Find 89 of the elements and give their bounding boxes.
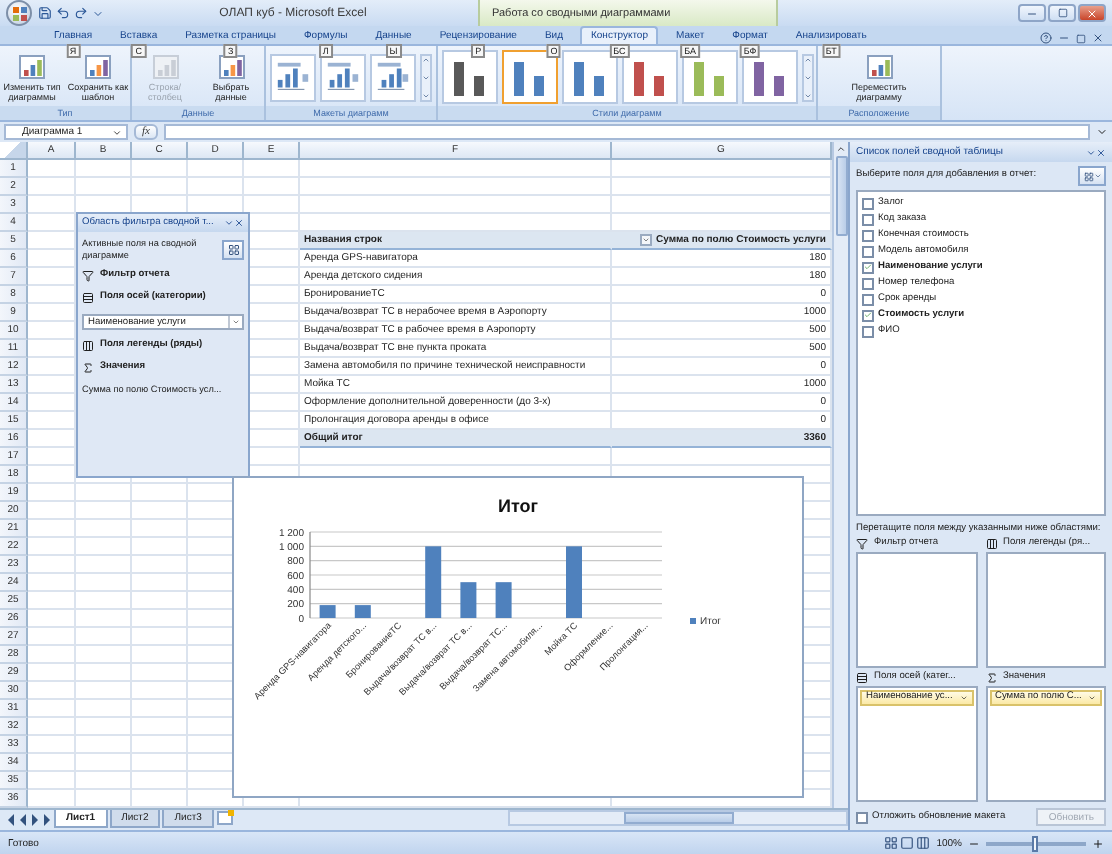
chart-bar bbox=[460, 582, 477, 618]
bar-chart-icon bbox=[151, 53, 179, 79]
checkbox[interactable] bbox=[862, 293, 874, 305]
minimize-icon[interactable] bbox=[1058, 32, 1070, 44]
grid-icon bbox=[1083, 171, 1093, 181]
close-icon[interactable] bbox=[1092, 32, 1104, 44]
maximize-icon bbox=[1057, 8, 1067, 18]
checkbox[interactable] bbox=[862, 213, 874, 225]
gallery-scrollbar[interactable] bbox=[420, 53, 432, 101]
checkbox[interactable] bbox=[856, 811, 868, 823]
chart-style-button[interactable] bbox=[441, 50, 497, 104]
expand-icon[interactable] bbox=[1096, 126, 1108, 138]
field-list-button[interactable] bbox=[222, 239, 244, 260]
checkbox[interactable] bbox=[862, 309, 874, 321]
sigma-icon bbox=[985, 671, 997, 684]
bar-chart-icon bbox=[84, 53, 112, 79]
axis-fields-icon bbox=[856, 671, 868, 684]
chart-layout-button[interactable] bbox=[270, 53, 316, 101]
checkbox[interactable] bbox=[862, 325, 874, 337]
chart-layout-icon bbox=[274, 59, 312, 95]
checkbox[interactable] bbox=[862, 197, 874, 209]
chart-bar bbox=[566, 546, 582, 618]
dropdown-icon[interactable] bbox=[224, 218, 234, 228]
chart-style-button[interactable] bbox=[621, 50, 677, 104]
move-chart-icon bbox=[865, 53, 893, 79]
chart-title: Итог bbox=[498, 496, 538, 516]
undo-icon[interactable] bbox=[56, 6, 70, 20]
normal-view-icon[interactable] bbox=[884, 836, 899, 850]
customize-menu-icon[interactable] bbox=[92, 7, 104, 19]
chart-layout-button[interactable] bbox=[320, 53, 366, 101]
chart-bar bbox=[425, 546, 442, 618]
checkbox[interactable] bbox=[862, 245, 874, 257]
minimize-icon bbox=[1026, 7, 1038, 19]
save-icon[interactable] bbox=[38, 6, 52, 20]
page-break-icon[interactable] bbox=[916, 836, 931, 850]
dropdown-icon bbox=[112, 127, 122, 137]
office-button[interactable] bbox=[6, 0, 32, 26]
close-icon bbox=[1086, 7, 1098, 19]
close-button[interactable] bbox=[1078, 4, 1106, 22]
dropdown-icon[interactable] bbox=[1086, 147, 1096, 157]
up-icon bbox=[836, 144, 846, 154]
filter-icon bbox=[82, 270, 94, 283]
slider-thumb[interactable] bbox=[1032, 835, 1038, 851]
check-icon bbox=[864, 310, 872, 320]
redo-icon[interactable] bbox=[74, 6, 88, 20]
sigma-icon bbox=[82, 362, 94, 375]
vertical-scrollbar[interactable] bbox=[832, 142, 848, 808]
legend-swatch-icon bbox=[690, 618, 696, 624]
gallery-scrollbar[interactable] bbox=[801, 53, 813, 101]
bar-chart-icon bbox=[217, 53, 245, 79]
chart-bar bbox=[495, 582, 512, 618]
help-icon[interactable] bbox=[1040, 32, 1052, 44]
chart-layout-button[interactable] bbox=[370, 53, 416, 101]
filter-icon bbox=[856, 537, 868, 550]
chart-style-button[interactable] bbox=[501, 50, 557, 104]
insert-sheet-icon[interactable] bbox=[215, 810, 236, 826]
chart-layout-icon bbox=[374, 59, 412, 95]
axis-fields-icon bbox=[82, 292, 94, 305]
chart-bar bbox=[354, 605, 371, 618]
horizontal-scrollbar[interactable] bbox=[508, 810, 848, 826]
page-layout-icon[interactable] bbox=[900, 836, 915, 850]
check-icon bbox=[864, 262, 872, 272]
chart-layout-icon bbox=[324, 59, 362, 95]
checkbox[interactable] bbox=[862, 277, 874, 289]
sheet-navigation-icon[interactable] bbox=[4, 812, 52, 828]
legend-fields-icon bbox=[985, 537, 997, 550]
chart-style-button[interactable] bbox=[561, 50, 617, 104]
minimize-button[interactable] bbox=[1018, 4, 1046, 22]
scroll-thumb[interactable] bbox=[623, 812, 733, 824]
restore-icon[interactable] bbox=[1076, 33, 1086, 43]
maximize-button[interactable] bbox=[1048, 4, 1076, 22]
formula-field[interactable] bbox=[163, 124, 1090, 140]
filter-dropdown-button[interactable] bbox=[640, 234, 652, 246]
zoom-out-icon[interactable] bbox=[968, 837, 980, 849]
checkbox[interactable] bbox=[862, 261, 874, 273]
office-logo-icon bbox=[11, 5, 27, 21]
drop-area bbox=[856, 551, 977, 668]
select-all-button[interactable] bbox=[0, 142, 28, 158]
legend-fields-icon bbox=[82, 340, 94, 353]
chart-bar bbox=[319, 605, 336, 618]
checkbox[interactable] bbox=[862, 229, 874, 241]
zoom-in-icon[interactable] bbox=[1092, 837, 1104, 849]
scroll-thumb[interactable] bbox=[835, 156, 847, 236]
drop-area bbox=[985, 551, 1106, 668]
bar-chart-icon bbox=[18, 53, 46, 79]
chart-style-button[interactable] bbox=[681, 50, 737, 104]
grid-icon bbox=[227, 243, 239, 256]
layout-button[interactable] bbox=[1078, 166, 1106, 186]
chart-style-button[interactable] bbox=[741, 50, 797, 104]
